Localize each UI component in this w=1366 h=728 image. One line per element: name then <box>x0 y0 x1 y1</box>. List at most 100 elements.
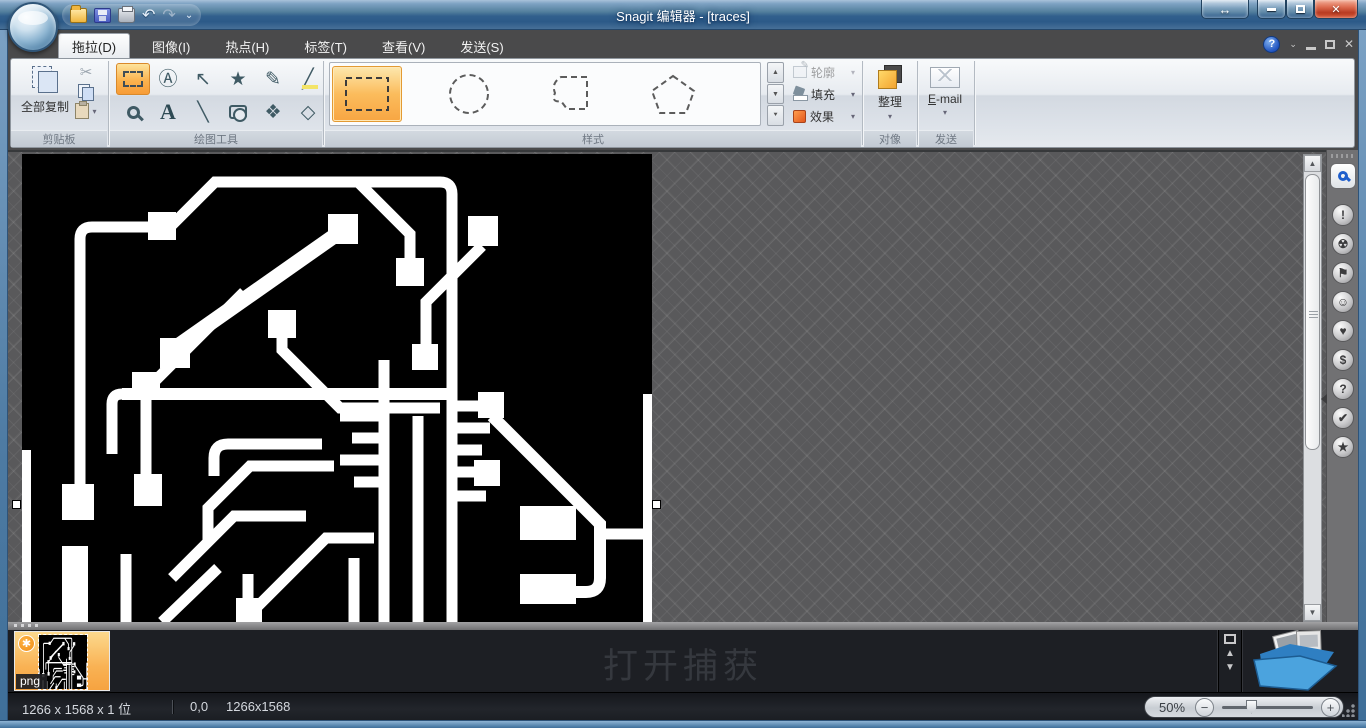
canvas-area[interactable]: ▲ ▼ <box>8 150 1326 622</box>
scroll-down-arrow-icon[interactable]: ▼ <box>1304 604 1321 621</box>
radiation-stamp-icon[interactable]: ☢ <box>1332 233 1354 255</box>
tab-image[interactable]: 图像(I) <box>139 34 203 58</box>
check-stamp-icon[interactable]: ✔ <box>1332 407 1354 429</box>
customize-chevron-icon[interactable]: ⌄ <box>185 10 193 21</box>
highlighter-tool[interactable]: ╱ <box>291 63 325 95</box>
maximize-button[interactable] <box>1286 0 1314 19</box>
tab-send[interactable]: 发送(S) <box>447 34 516 58</box>
ellipse-selection-icon <box>449 74 489 114</box>
shape-tool-icon <box>229 105 247 122</box>
doc-minimize-icon[interactable] <box>1305 46 1316 50</box>
open-icon[interactable] <box>70 4 87 23</box>
outline-button[interactable]: 轮廓 ▾ <box>791 60 857 82</box>
tray-scroll-controls: ▲ ▼ <box>1218 630 1242 692</box>
line-tool[interactable]: ╲ <box>186 96 220 128</box>
vertical-scrollbar[interactable]: ▲ ▼ <box>1303 154 1322 622</box>
text-tool[interactable]: A <box>151 96 185 128</box>
cursor-position: 0,0 <box>190 699 209 714</box>
pen-tool[interactable]: ✎ <box>256 63 290 95</box>
minimize-icon <box>1267 7 1276 11</box>
selection-handle-right[interactable] <box>652 500 661 509</box>
tab-tags[interactable]: 标签(T) <box>291 34 360 58</box>
clipboard-group: 全部复制 ✂ ▾ 剪贴板 <box>11 59 107 147</box>
help-chevron-icon[interactable]: ⌄ <box>1289 39 1297 50</box>
tray-scroll-up-icon[interactable]: ▲ <box>1225 649 1235 659</box>
selection-handle-left[interactable] <box>12 500 21 509</box>
panel-grip[interactable] <box>1331 154 1353 158</box>
snagit-orb-button[interactable] <box>8 2 58 52</box>
zoom-slider-track[interactable] <box>1222 699 1313 714</box>
polygon-selection-icon <box>650 74 696 114</box>
gallery-scroll: ▲ ▼ ⯆ <box>767 62 784 127</box>
stamp-side-panel: ! ☢ ⚑ ☺ ♥ $ ? ✔ ★ <box>1321 150 1358 622</box>
style-group-label: 样式 <box>325 130 861 147</box>
panel-collapse-arrow-icon[interactable] <box>1321 394 1327 404</box>
dollar-stamp-icon[interactable]: $ <box>1332 349 1354 371</box>
zoom-slider-thumb[interactable] <box>1246 699 1257 714</box>
print-icon[interactable] <box>118 5 135 23</box>
scroll-up-arrow-icon[interactable]: ▲ <box>1304 155 1321 172</box>
tab-hotspot[interactable]: 热点(H) <box>212 34 282 58</box>
arrange-button[interactable]: 整理 ▾ <box>868 63 912 127</box>
rectangle-selection-icon <box>345 77 389 111</box>
help-icon[interactable]: ? <box>1263 35 1281 53</box>
gallery-expand[interactable]: ⯆ <box>767 105 784 127</box>
fill-button[interactable]: 填充 ▾ <box>791 84 857 104</box>
gallery-scroll-down[interactable]: ▼ <box>767 83 784 105</box>
arrow-tool[interactable]: ↖ <box>186 63 220 95</box>
style-rectangle-selection[interactable] <box>332 66 402 122</box>
maximize-icon <box>1295 5 1305 13</box>
pcb-traces-image[interactable] <box>22 154 652 622</box>
tray-splitter[interactable] <box>8 622 1358 630</box>
effects-button[interactable]: 效果 ▾ <box>791 106 857 126</box>
redo-icon[interactable]: ↷ <box>162 7 175 23</box>
zoom-out-button[interactable]: − <box>1195 697 1214 717</box>
undo-icon[interactable]: ↶ <box>142 7 155 23</box>
outline-chevron-icon: ▾ <box>850 67 855 77</box>
cut-icon[interactable]: ✂ <box>80 63 93 81</box>
doc-close-icon[interactable]: ✕ <box>1344 38 1354 50</box>
style-polygon-selection[interactable] <box>638 66 708 122</box>
shape-tool[interactable] <box>221 96 255 128</box>
resize-button[interactable]: ↔ <box>1201 0 1249 19</box>
close-button[interactable]: ✕ <box>1314 0 1358 19</box>
flag-stamp-icon[interactable]: ⚑ <box>1332 262 1354 284</box>
gallery-scroll-up[interactable]: ▲ <box>767 62 784 83</box>
zoom-tool[interactable] <box>116 96 150 128</box>
tab-view[interactable]: 查看(V) <box>369 34 438 58</box>
save-icon[interactable] <box>94 7 111 23</box>
object-group: 整理 ▾ 对像 <box>864 59 916 147</box>
zoom-in-button[interactable]: + <box>1321 697 1340 717</box>
open-capture-folder-button[interactable] <box>1248 629 1340 692</box>
star-stamp-icon[interactable]: ★ <box>1332 436 1354 458</box>
capture-thumbnail[interactable]: ✱ png <box>14 631 110 691</box>
style-freehand-selection[interactable] <box>536 66 606 122</box>
window-resize-grip[interactable] <box>1342 703 1356 717</box>
search-pane-button[interactable] <box>1330 163 1356 189</box>
style-ellipse-selection[interactable] <box>434 66 504 122</box>
copy-icon[interactable] <box>78 84 94 101</box>
tab-drag[interactable]: 拖拉(D) <box>58 33 131 58</box>
selection-tool[interactable] <box>116 63 150 95</box>
email-label: E-mail <box>927 92 962 106</box>
scrollbar-grip <box>1309 311 1318 319</box>
email-button[interactable]: E-mail ▾ <box>923 63 967 127</box>
fill-tool[interactable]: ❖ <box>256 96 290 128</box>
window-controls: ↔ ✕ <box>1201 0 1358 19</box>
tray-maximize-icon[interactable] <box>1224 634 1236 644</box>
window-title: Snagit 编辑器 - [traces] <box>616 9 750 24</box>
open-capture-folder-icon <box>1253 629 1338 691</box>
exclamation-stamp-icon[interactable]: ! <box>1332 204 1354 226</box>
eraser-tool[interactable]: ◇ <box>291 96 325 128</box>
question-stamp-icon[interactable]: ? <box>1332 378 1354 400</box>
paste-button[interactable]: ▾ <box>75 101 97 119</box>
callout-tool[interactable]: Ⓐ <box>151 63 185 95</box>
copy-all-button[interactable]: 全部复制 <box>19 63 71 125</box>
minimize-button[interactable] <box>1257 0 1286 19</box>
smiley-stamp-icon[interactable]: ☺ <box>1332 291 1354 313</box>
heart-stamp-icon[interactable]: ♥ <box>1332 320 1354 342</box>
tray-scroll-down-icon[interactable]: ▼ <box>1225 663 1235 673</box>
doc-restore-icon[interactable] <box>1324 39 1335 49</box>
stamp-tool[interactable]: ★ <box>221 63 255 95</box>
scrollbar-thumb[interactable] <box>1305 174 1320 450</box>
